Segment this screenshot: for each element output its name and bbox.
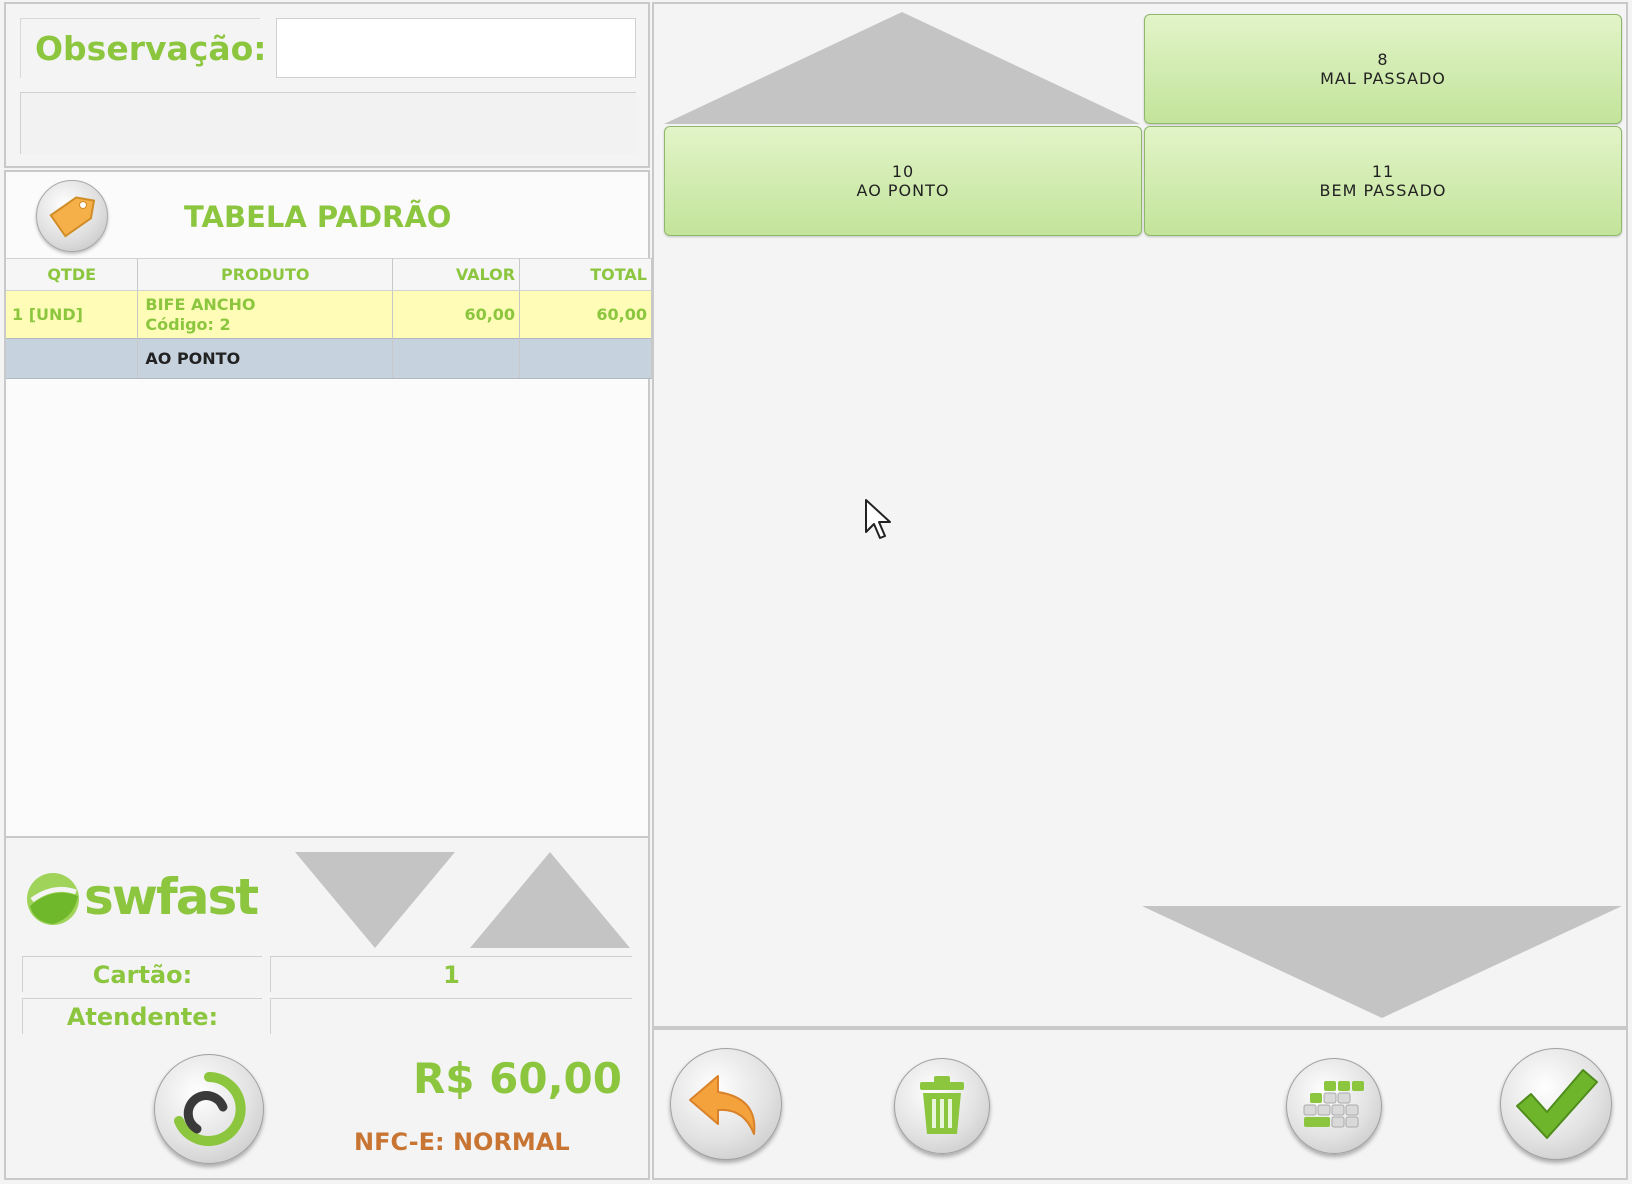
options-scroll-up-button[interactable] [664,12,1140,124]
delete-button[interactable] [894,1058,990,1154]
brand-name: swfast [84,868,259,926]
price-table-title: TABELA PADRÃO [184,200,452,234]
modifier-row[interactable]: AO PONTO [6,338,652,379]
price-table-button[interactable] [36,180,108,252]
observation-text-area[interactable] [20,92,636,154]
column-header-value: VALOR [392,258,521,291]
column-header-product: PRODUTO [137,258,394,291]
attendant-value [270,998,632,1034]
column-header-total: TOTAL [519,258,652,291]
option-label: AO PONTO [856,181,950,200]
options-scroll-down-button[interactable] [1142,906,1622,1018]
order-items-table: QTDE PRODUTO VALOR TOTAL 1 [UND] BIFE AN… [6,258,652,379]
app-window: Observação: TABELA PADRÃO QTDE PRODUTO V… [0,0,1632,1184]
order-panel: TABELA PADRÃO QTDE PRODUTO VALOR TOTAL 1… [4,170,652,838]
item-product-name: BIFE ANCHO [145,294,256,314]
total-amount: R$ 60,00 [412,1054,622,1103]
checkmark-icon [1516,1069,1598,1139]
modifier-name: AO PONTO [137,338,394,379]
attendant-label: Atendente: [22,998,262,1034]
observation-input[interactable] [276,18,636,78]
summary-panel: swfast Cartão: 1 Atendente: R$ 60,00 NFC… [4,836,650,1180]
item-product-cell: BIFE ANCHO Código: 2 [137,290,394,339]
option-button-bem-passado[interactable]: 11 BEM PASSADO [1144,126,1622,236]
confirm-button[interactable] [1500,1048,1612,1160]
keypad-button[interactable] [1286,1058,1382,1154]
table-header-row: QTDE PRODUTO VALOR TOTAL [6,258,652,291]
option-label: MAL PASSADO [1320,69,1446,88]
modifier-qty-cell [6,338,139,379]
mouse-cursor-icon [865,499,891,539]
option-button-mal-passado[interactable]: 8 MAL PASSADO [1144,14,1622,124]
table-row[interactable]: 1 [UND] BIFE ANCHO Código: 2 60,00 60,00 [6,290,652,339]
scroll-up-button[interactable] [470,852,630,948]
refresh-button[interactable] [154,1054,264,1164]
column-header-qty: QTDE [6,258,139,291]
keypad-icon [1303,1081,1364,1128]
price-tag-icon [49,196,95,238]
card-label: Cartão: [22,956,262,992]
option-label: BEM PASSADO [1319,181,1447,200]
item-product-code: Código: 2 [145,314,231,334]
options-panel: 8 MAL PASSADO 10 AO PONTO 11 BEM PASSADO [652,2,1628,1028]
swirl-icon [174,1072,246,1146]
item-qty: 1 [UND] [6,290,139,339]
action-bar [652,1028,1628,1180]
item-total: 60,00 [519,290,652,339]
back-button[interactable] [670,1048,782,1160]
scroll-down-button[interactable] [295,852,455,948]
trash-icon [920,1076,964,1134]
observation-label: Observação: [20,18,266,78]
nfce-status: NFC-E: NORMAL [354,1128,570,1156]
option-code: 11 [1371,162,1395,181]
option-code: 8 [1377,50,1389,69]
modifier-value-cell [392,338,521,379]
brand-logo: swfast [24,866,259,930]
option-code: 10 [891,162,915,181]
observation-panel: Observação: [4,2,650,168]
swfast-logo-mark [27,873,79,925]
option-button-ao-ponto[interactable]: 10 AO PONTO [664,126,1142,236]
item-value: 60,00 [392,290,521,339]
back-arrow-icon [689,1075,756,1135]
card-value: 1 [270,956,632,992]
modifier-total-cell [519,338,652,379]
